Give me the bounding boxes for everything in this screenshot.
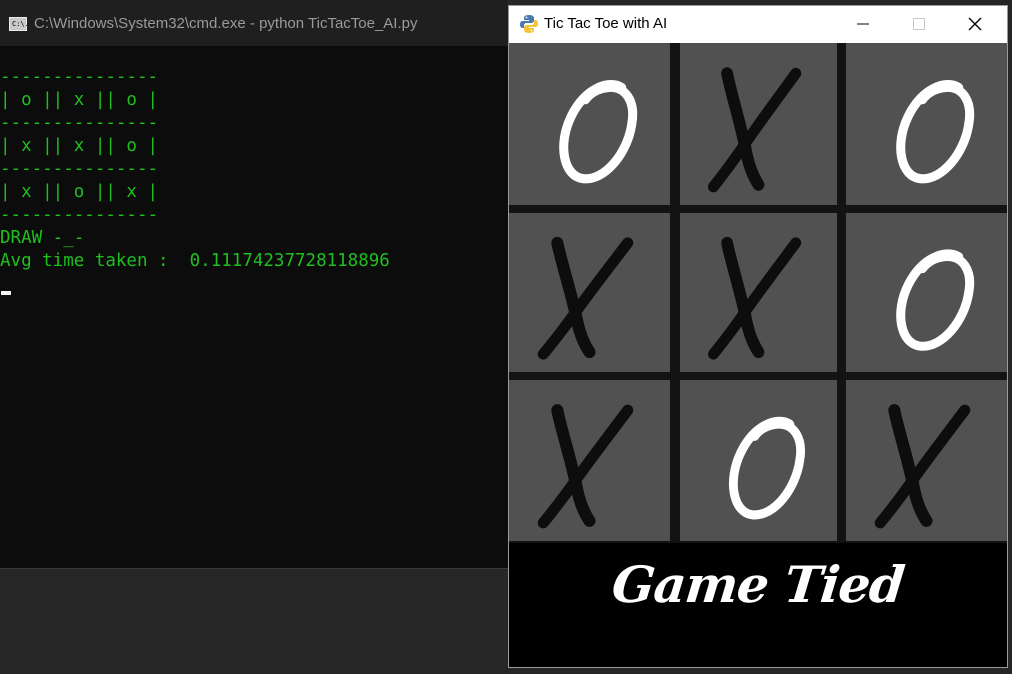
console-line: --------------- [0, 205, 159, 225]
x-mark-icon [707, 236, 802, 360]
text-cursor [1, 291, 11, 295]
console-line: --------------- [0, 113, 159, 133]
x-mark-icon [537, 404, 634, 529]
console-line: Avg time taken : 0.11174237728118896 [0, 251, 390, 271]
cmd-window: C:\. C:\Windows\System32\cmd.exe - pytho… [0, 0, 508, 568]
game-window-title: Tic Tac Toe with AI [544, 15, 668, 32]
game-status-text: Game Tied [609, 555, 907, 614]
cmd-titlebar[interactable]: C:\. C:\Windows\System32\cmd.exe - pytho… [0, 0, 508, 46]
console-line: | x || x || o | [0, 136, 159, 156]
o-mark-icon [728, 416, 805, 520]
minimize-icon [857, 23, 869, 25]
console-line: --------------- [0, 159, 159, 179]
board-cell-1-0[interactable] [509, 213, 670, 372]
x-mark-icon [537, 236, 634, 360]
game-titlebar[interactable]: Tic Tac Toe with AI [509, 6, 1007, 43]
console-line: DRAW -_- [0, 228, 85, 248]
minimize-button[interactable] [835, 6, 891, 43]
board-cell-0-0[interactable] [509, 43, 670, 205]
board-cell-1-1[interactable] [680, 213, 837, 372]
board-cell-0-2[interactable] [846, 43, 1007, 205]
game-board [509, 43, 1007, 543]
board-cell-1-2[interactable] [846, 213, 1007, 372]
maximize-button[interactable] [891, 6, 947, 43]
python-icon [520, 15, 538, 33]
taskbar-area [0, 568, 508, 674]
board-cell-2-1[interactable] [680, 380, 837, 541]
maximize-icon [913, 18, 925, 30]
o-mark-icon [559, 80, 638, 184]
console-line: | o || x || o | [0, 90, 159, 110]
close-button[interactable] [947, 6, 1003, 43]
console-line: --------------- [0, 67, 159, 87]
game-window: Tic Tac Toe with AI Game Tied [508, 5, 1008, 668]
status-bar: Game Tied [509, 543, 1007, 667]
cmd-icon-text: C:\. [12, 20, 29, 28]
board-cell-0-1[interactable] [680, 43, 837, 205]
board-cell-2-2[interactable] [846, 380, 1007, 541]
close-icon [968, 17, 982, 31]
console-line: | x || o || x | [0, 182, 159, 202]
cmd-output: --------------- | o || x || o | --------… [0, 66, 390, 273]
x-mark-icon [874, 404, 971, 529]
cmd-window-title: C:\Windows\System32\cmd.exe - python Tic… [34, 15, 418, 32]
board-cell-2-0[interactable] [509, 380, 670, 541]
cmd-icon: C:\. [9, 17, 29, 31]
x-mark-icon [707, 67, 802, 193]
o-mark-icon [896, 249, 975, 351]
o-mark-icon [896, 80, 975, 184]
